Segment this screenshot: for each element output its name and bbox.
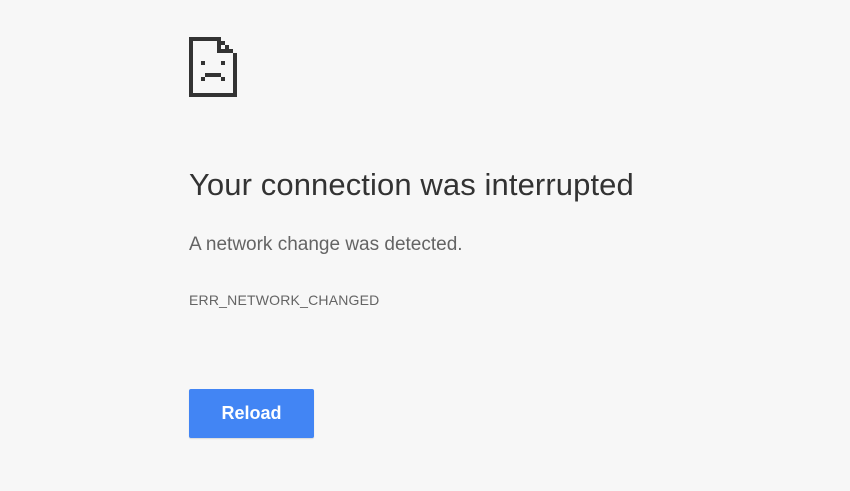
error-code: ERR_NETWORK_CHANGED [189, 292, 380, 308]
page-title: Your connection was interrupted [189, 167, 634, 202]
reload-button[interactable]: Reload [189, 389, 314, 438]
error-page: Your connection was interrupted A networ… [0, 0, 850, 491]
sad-document-icon [189, 37, 237, 97]
error-description: A network change was detected. [189, 234, 463, 255]
